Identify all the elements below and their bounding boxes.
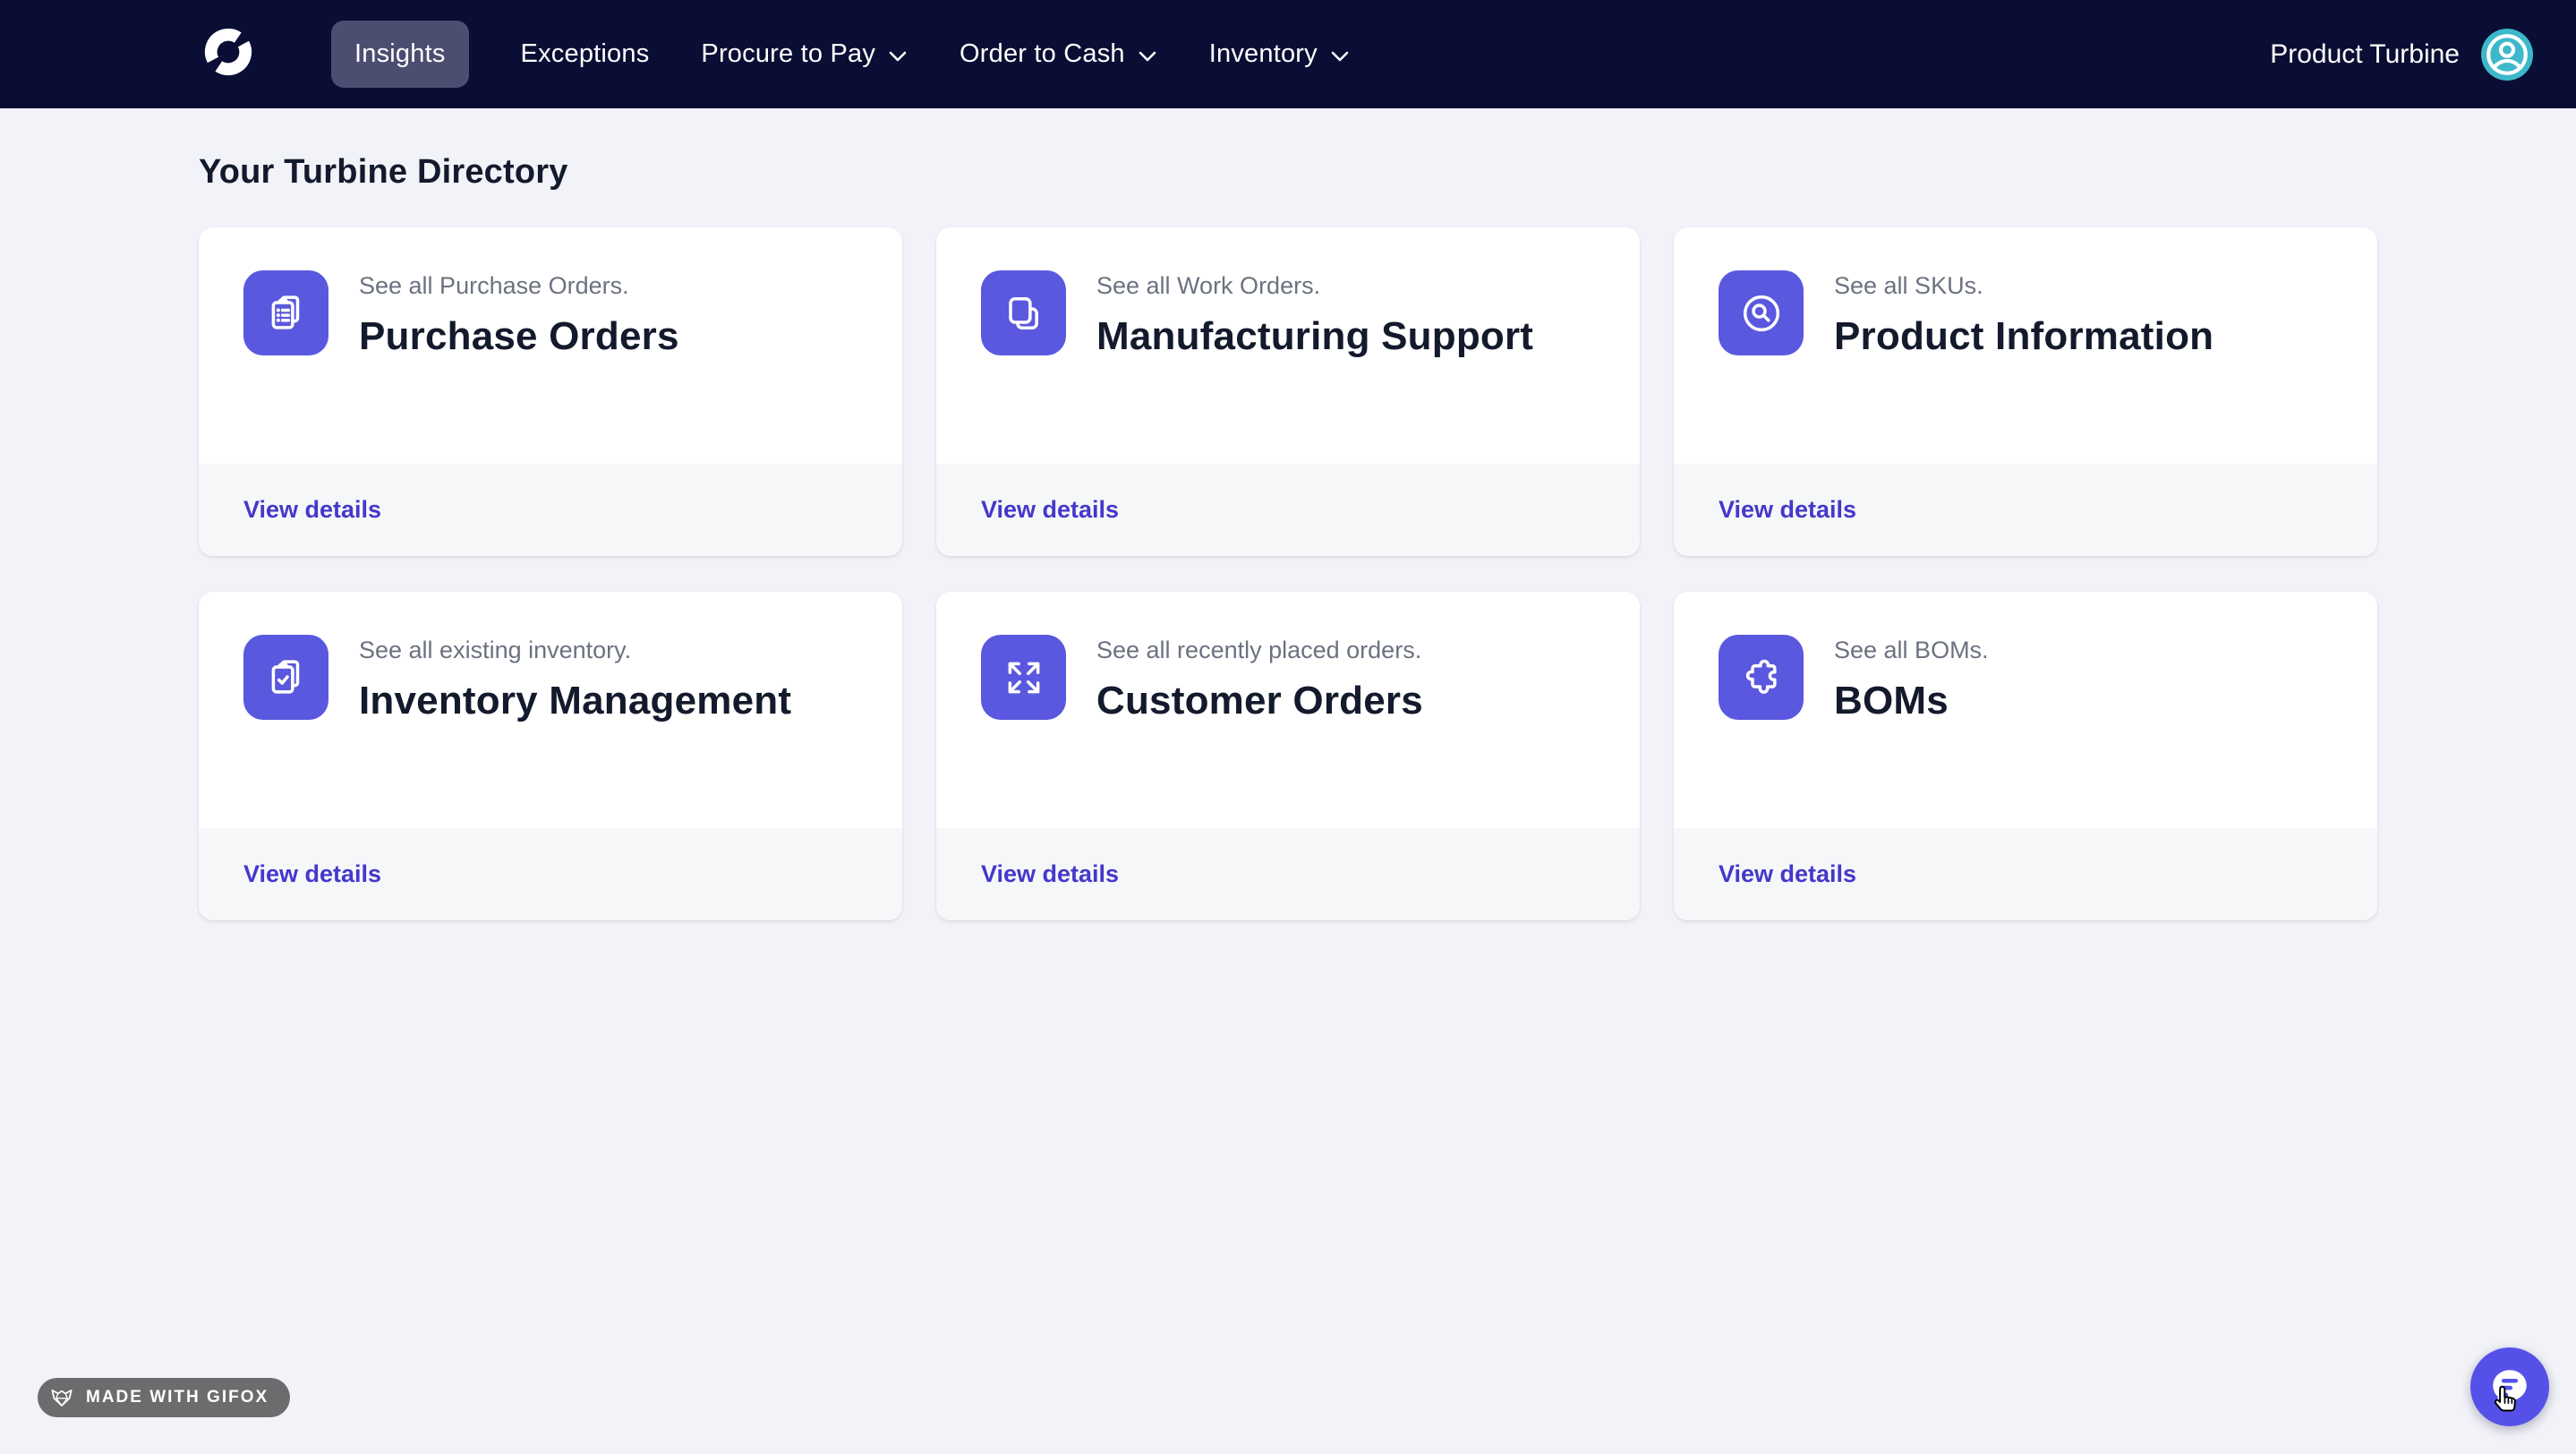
card-text: See all Work Orders. Manufacturing Suppo… (1096, 270, 1533, 442)
nav-item-label: Insights (354, 39, 446, 69)
brand-logo[interactable] (199, 22, 258, 86)
view-details-link[interactable]: View details (243, 496, 381, 524)
card-customer-orders[interactable]: See all recently placed orders. Customer… (936, 592, 1640, 920)
card-footer: View details (936, 464, 1640, 556)
card-title: Customer Orders (1096, 673, 1423, 729)
card-footer: View details (199, 464, 902, 556)
chevron-down-icon (1138, 50, 1157, 63)
card-body: See all Purchase Orders. Purchase Orders (199, 227, 902, 464)
card-text: See all Purchase Orders. Purchase Orders (359, 270, 679, 442)
nav-account-area: Product Turbine (2270, 29, 2533, 81)
card-title: Product Information (1834, 309, 2213, 364)
nav-item-label: Inventory (1209, 39, 1318, 69)
card-title: BOMs (1834, 673, 1989, 729)
card-footer: View details (1674, 828, 2377, 920)
clipboard-check-icon (243, 635, 328, 720)
main-nav: Insights Exceptions Procure to Pay Order… (331, 21, 1350, 88)
user-circle-icon (2481, 29, 2533, 81)
puzzle-piece-icon (1719, 635, 1804, 720)
account-name: Product Turbine (2270, 39, 2460, 70)
card-subtitle: See all BOMs. (1834, 637, 1989, 664)
expand-arrows-icon (981, 635, 1066, 720)
card-title: Inventory Management (359, 673, 791, 729)
nav-item-inventory[interactable]: Inventory (1209, 39, 1350, 69)
nav-item-insights[interactable]: Insights (331, 21, 469, 88)
view-details-link[interactable]: View details (243, 860, 381, 888)
nav-item-order-to-cash[interactable]: Order to Cash (960, 39, 1157, 69)
card-inventory-management[interactable]: See all existing inventory. Inventory Ma… (199, 592, 902, 920)
chat-widget-button[interactable] (2470, 1347, 2549, 1426)
search-circle-icon (1719, 270, 1804, 355)
view-details-link[interactable]: View details (981, 496, 1119, 524)
chevron-down-icon (888, 50, 908, 63)
card-body: See all BOMs. BOMs (1674, 592, 2377, 828)
card-text: See all BOMs. BOMs (1834, 635, 1989, 807)
page-title: Your Turbine Directory (199, 153, 2377, 192)
card-footer: View details (1674, 464, 2377, 556)
card-manufacturing-support[interactable]: See all Work Orders. Manufacturing Suppo… (936, 227, 1640, 556)
card-text: See all existing inventory. Inventory Ma… (359, 635, 791, 807)
clipboard-list-icon (243, 270, 328, 355)
card-subtitle: See all existing inventory. (359, 637, 791, 664)
gifox-fox-icon (48, 1384, 75, 1411)
account-avatar-button[interactable] (2481, 29, 2533, 81)
gifox-badge[interactable]: MADE WITH GIFOX (38, 1378, 290, 1417)
card-title: Purchase Orders (359, 309, 679, 364)
card-body: See all existing inventory. Inventory Ma… (199, 592, 902, 828)
card-subtitle: See all Purchase Orders. (359, 272, 679, 300)
card-text: See all SKUs. Product Information (1834, 270, 2213, 442)
turbine-logo-icon (199, 22, 258, 86)
nav-item-label: Procure to Pay (701, 39, 875, 69)
card-subtitle: See all SKUs. (1834, 272, 2213, 300)
gifox-badge-label: MADE WITH GIFOX (86, 1388, 269, 1407)
card-subtitle: See all Work Orders. (1096, 272, 1533, 300)
nav-item-procure-to-pay[interactable]: Procure to Pay (701, 39, 908, 69)
card-text: See all recently placed orders. Customer… (1096, 635, 1423, 807)
nav-item-label: Order to Cash (960, 39, 1125, 69)
card-subtitle: See all recently placed orders. (1096, 637, 1423, 664)
top-nav: Insights Exceptions Procure to Pay Order… (0, 0, 2576, 108)
directory-card-grid: See all Purchase Orders. Purchase Orders… (199, 227, 2377, 920)
card-footer: View details (936, 828, 1640, 920)
chevron-down-icon (1330, 50, 1350, 63)
card-body: See all Work Orders. Manufacturing Suppo… (936, 227, 1640, 464)
copy-icon (981, 270, 1066, 355)
view-details-link[interactable]: View details (1719, 496, 1856, 524)
card-footer: View details (199, 828, 902, 920)
card-body: See all SKUs. Product Information (1674, 227, 2377, 464)
view-details-link[interactable]: View details (1719, 860, 1856, 888)
card-title: Manufacturing Support (1096, 309, 1533, 364)
nav-item-exceptions[interactable]: Exceptions (521, 39, 650, 69)
card-product-information[interactable]: See all SKUs. Product Information View d… (1674, 227, 2377, 556)
card-boms[interactable]: See all BOMs. BOMs View details (1674, 592, 2377, 920)
card-purchase-orders[interactable]: See all Purchase Orders. Purchase Orders… (199, 227, 902, 556)
nav-item-label: Exceptions (521, 39, 650, 69)
main-content: Your Turbine Directory See all Purchase … (0, 153, 2576, 920)
view-details-link[interactable]: View details (981, 860, 1119, 888)
card-body: See all recently placed orders. Customer… (936, 592, 1640, 828)
chat-bubble-icon (2484, 1361, 2536, 1413)
